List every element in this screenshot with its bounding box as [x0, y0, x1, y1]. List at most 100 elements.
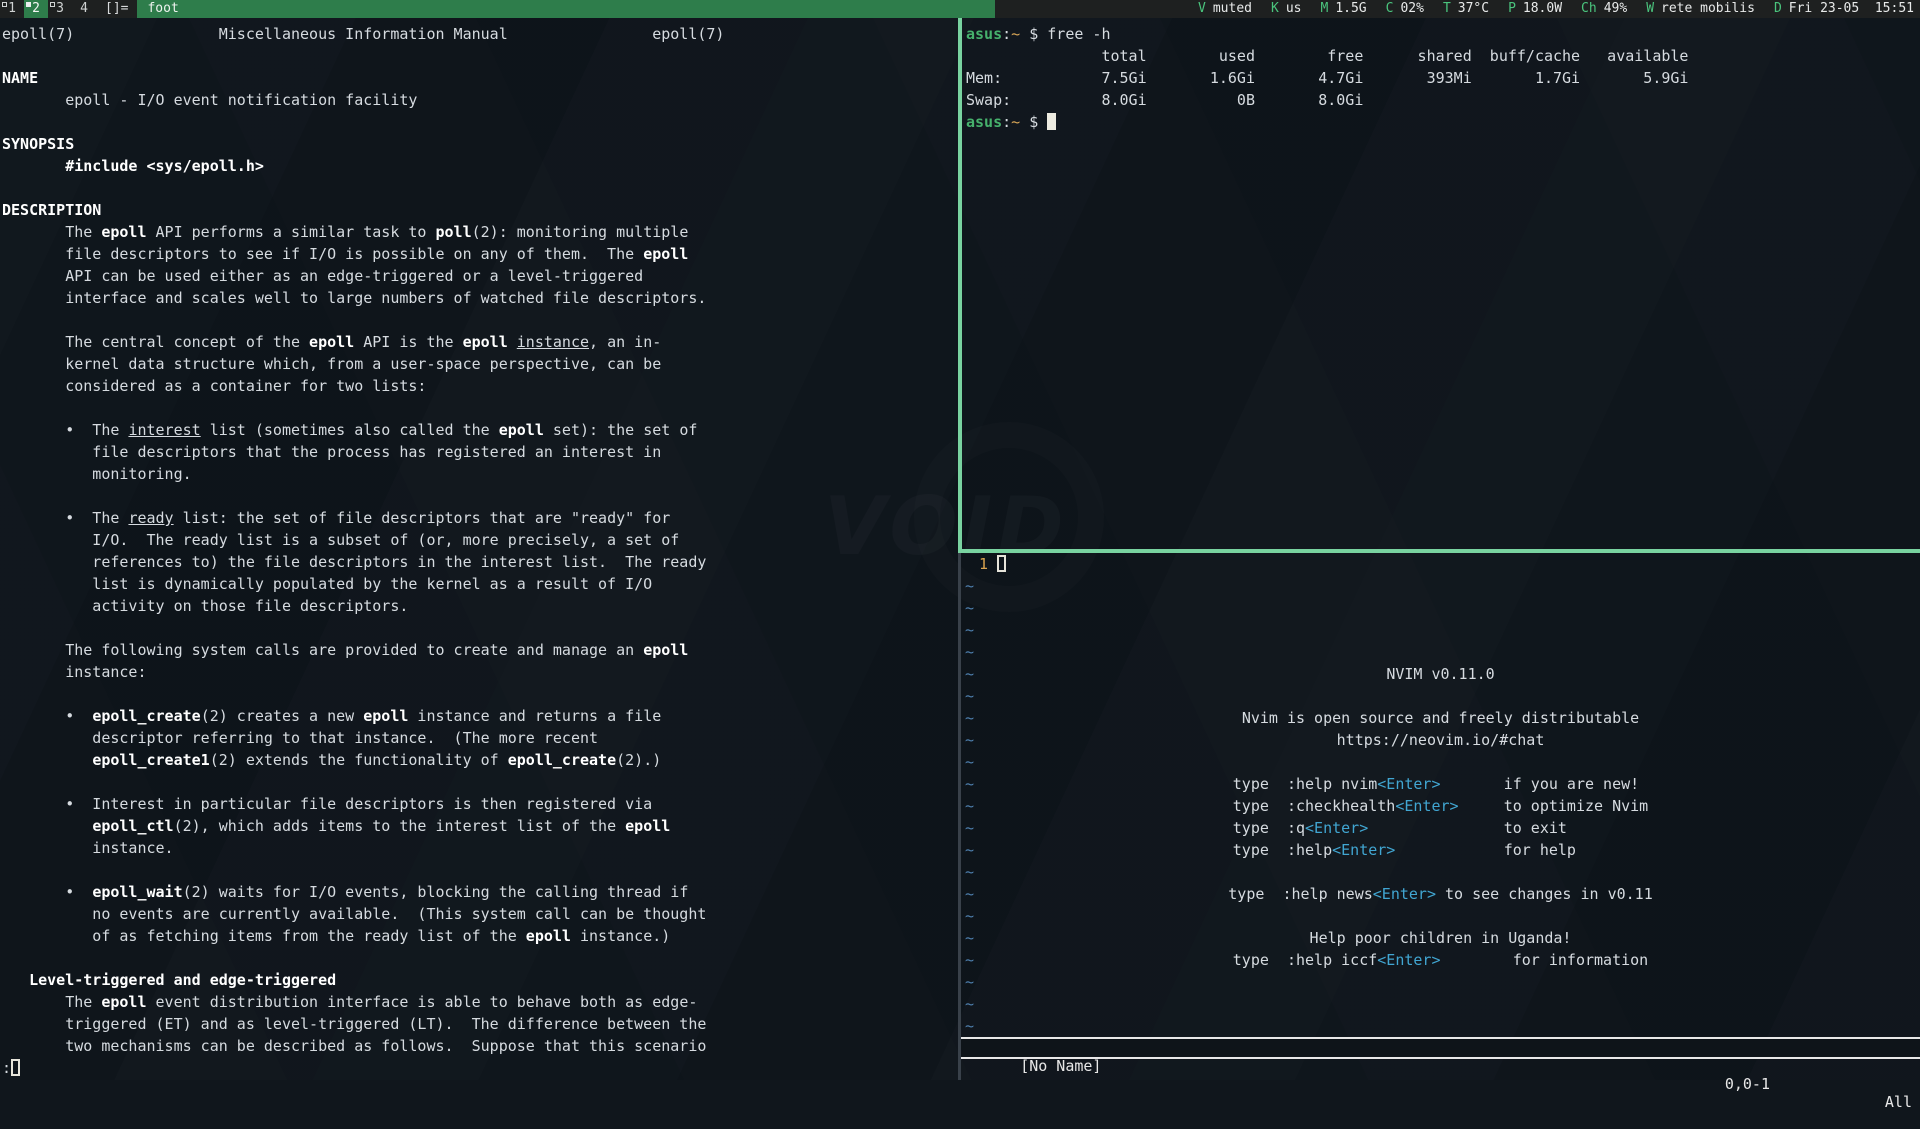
statusline-ruler: 0,0-1 [1725, 1075, 1770, 1093]
man-line: • The ready list: the set of file descri… [2, 507, 958, 529]
status-key: D [1774, 1, 1782, 16]
nvim-row: ~ [961, 905, 1920, 927]
splash-line: Nvim is open source and freely distribut… [961, 707, 1920, 729]
tag-client-indicator [50, 2, 55, 7]
splash-line: https://neovim.io/#chat [961, 729, 1920, 751]
terminal-window-shell[interactable]: asus:~ $ free -h total used free shared … [962, 18, 1920, 549]
status-value: 02% [1400, 1, 1423, 16]
cursor-block [1047, 113, 1056, 130]
man-line [2, 617, 958, 639]
tilde-marker: ~ [961, 643, 974, 661]
nvim-row: ~ [961, 993, 1920, 1015]
man-line: file descriptors that the process has re… [2, 441, 958, 463]
splash-line: type :checkhealth<Enter> to optimize Nvi… [961, 795, 1920, 817]
neovim-window[interactable]: 1 ~~~~~NVIM v0.11.0~~Nvim is open source… [961, 553, 1920, 1080]
nvim-row: ~type :help nvim<Enter> if you are new! [961, 773, 1920, 795]
status-value: rete mobilis [1661, 1, 1755, 16]
terminal-window-man-epoll[interactable]: epoll(7) Miscellaneous Information Manua… [0, 18, 958, 1080]
workspace-tag-2[interactable]: 2 [24, 0, 48, 18]
man-line [2, 859, 958, 881]
man-line [2, 397, 958, 419]
man-line: considered as a container for two lists: [2, 375, 958, 397]
man-page-content: epoll(7) Miscellaneous Information Manua… [2, 23, 958, 1079]
prompt-symbol: $ [1020, 113, 1047, 131]
man-line: triggered (ET) and as level-triggered (L… [2, 1013, 958, 1035]
man-line: Level-triggered and edge-triggered [2, 969, 958, 991]
nvim-row: ~ [961, 1015, 1920, 1037]
man-line: two mechanisms can be described as follo… [2, 1035, 958, 1057]
man-line: • The interest list (sometimes also call… [2, 419, 958, 441]
workspace-tag-1[interactable]: 1 [0, 0, 24, 18]
status-value: us [1286, 1, 1302, 16]
man-line [2, 111, 958, 133]
workspace-tag-3[interactable]: 3 [48, 0, 72, 18]
man-line: descriptor referring to that instance. (… [2, 727, 958, 749]
tilde-marker: ~ [961, 687, 974, 705]
nvim-row: ~ [961, 575, 1920, 597]
focused-border-vertical [958, 18, 962, 553]
splash-line: Help poor children in Uganda! [961, 927, 1920, 949]
man-line: file descriptors to see if I/O is possib… [2, 243, 958, 265]
tilde-marker: ~ [961, 621, 974, 639]
bar-spacer [995, 0, 1198, 18]
tilde-marker: ~ [961, 753, 974, 771]
tag-client-indicator [26, 2, 31, 7]
man-line [2, 947, 958, 969]
nvim-row: ~NVIM v0.11.0 [961, 663, 1920, 685]
man-line [2, 485, 958, 507]
status-key: C [1386, 1, 1394, 16]
man-line: list is dynamically populated by the ker… [2, 573, 958, 595]
man-line: • epoll_create(2) creates a new epoll in… [2, 705, 958, 727]
man-line: The central concept of the epoll API is … [2, 331, 958, 353]
status-module-p: P18.0W [1508, 0, 1562, 18]
cursor-hollow [11, 1059, 20, 1076]
unfocused-border-vertical [958, 553, 961, 1080]
splash-line: NVIM v0.11.0 [961, 663, 1920, 685]
layout-symbol[interactable]: []= [96, 0, 137, 18]
man-line: I/O. The ready list is a subset of (or, … [2, 529, 958, 551]
splash-line: type :q<Enter> to exit [961, 817, 1920, 839]
man-line: DESCRIPTION [2, 199, 958, 221]
status-key: T [1443, 1, 1451, 16]
man-line: The following system calls are provided … [2, 639, 958, 661]
man-line: The epoll API performs a similar task to… [2, 221, 958, 243]
status-module-k: Kus [1271, 0, 1301, 18]
splash-line: type :help iccf<Enter> for information [961, 949, 1920, 971]
man-line: activity on those file descriptors. [2, 595, 958, 617]
window-title-segment[interactable]: foot [137, 0, 995, 18]
nvim-row: ~type :q<Enter> to exit [961, 817, 1920, 839]
man-line: epoll_ctl(2), which adds items to the in… [2, 815, 958, 837]
prompt-path: ~ [1011, 25, 1020, 43]
status-key: M [1320, 1, 1328, 16]
shell-output-line: Swap: 8.0Gi 0B 8.0Gi [966, 89, 1920, 111]
man-line [2, 177, 958, 199]
nvim-row: ~ [961, 641, 1920, 663]
man-line: • Interest in particular file descriptor… [2, 793, 958, 815]
nvim-row: ~type :checkhealth<Enter> to optimize Nv… [961, 795, 1920, 817]
man-line: instance: [2, 661, 958, 683]
workspace-tag-4[interactable]: 4 [72, 0, 96, 18]
statusline-scroll-position: All [1885, 1093, 1912, 1111]
line-number: 1 [961, 553, 988, 575]
desktop: VOID 1234 []= foot VmutedKusM1.5GC02%T37… [0, 0, 1920, 1080]
status-value: 49% [1604, 1, 1627, 16]
status-key: V [1198, 1, 1206, 16]
status-modules: VmutedKusM1.5GC02%T37°CP18.0WCh49%Wrete … [1198, 0, 1920, 18]
status-module-ch: Ch49% [1581, 0, 1627, 18]
man-line: of as fetching items from the ready list… [2, 925, 958, 947]
status-value: 1.5G [1335, 1, 1366, 16]
status-module-w: Wrete mobilis [1646, 0, 1755, 18]
status-module-c: C 02% [1386, 0, 1424, 18]
tilde-marker: ~ [961, 973, 974, 991]
shell-prompt-line: asus:~ $ [966, 111, 1920, 133]
tilde-marker: ~ [961, 863, 974, 881]
tag-client-indicator [2, 2, 7, 7]
nvim-row: ~ [961, 597, 1920, 619]
prompt-symbol: $ [1020, 25, 1047, 43]
man-line: kernel data structure which, from a user… [2, 353, 958, 375]
prompt-user: asus [966, 113, 1002, 131]
man-line: epoll_create1(2) extends the functionali… [2, 749, 958, 771]
statusline-filename: [No Name] [1020, 1057, 1101, 1075]
man-line: • epoll_wait(2) waits for I/O events, bl… [2, 881, 958, 903]
splash-line: type :help nvim<Enter> if you are new! [961, 773, 1920, 795]
